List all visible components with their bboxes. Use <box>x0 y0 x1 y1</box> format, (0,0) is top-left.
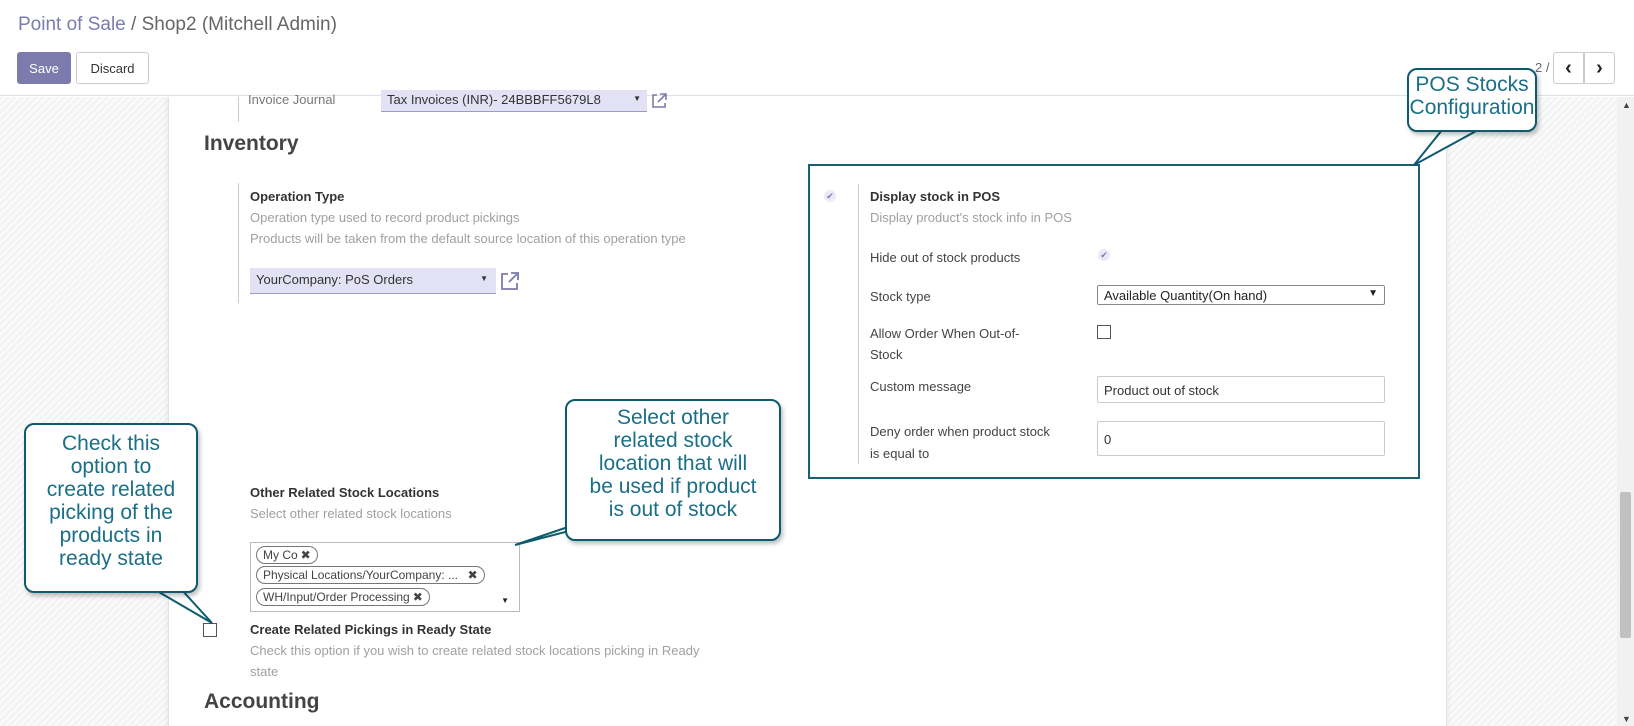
callout-text: Select other <box>616 406 730 429</box>
scrollbar-thumb[interactable] <box>1620 492 1631 638</box>
callout-text: is out of stock <box>608 498 738 521</box>
scroll-down-arrow-icon[interactable]: ▼ <box>1622 714 1631 724</box>
scroll-up-arrow-icon[interactable]: ▲ <box>1622 100 1631 110</box>
callout-text: be used if product <box>589 475 757 498</box>
callout-text: Check this <box>61 432 161 455</box>
callout-text: location that will <box>598 452 748 475</box>
callout-text: related stock <box>613 429 733 452</box>
ready-state-callout: Check this option to create related pick… <box>24 423 198 593</box>
callout-text: picking of the <box>49 501 173 524</box>
pos-stocks-callout: POS Stocks Configuration <box>1407 68 1537 132</box>
callout-text: products in <box>59 524 163 547</box>
callout-text: POS Stocks <box>1415 73 1529 96</box>
callout-text: option to <box>70 455 152 478</box>
callout-text: Configuration <box>1409 96 1535 119</box>
other-locations-callout: Select other related stock location that… <box>565 399 781 541</box>
callout-pointers <box>148 129 1479 624</box>
callout-text: create related <box>46 478 176 501</box>
callout-text: ready state <box>59 547 163 570</box>
